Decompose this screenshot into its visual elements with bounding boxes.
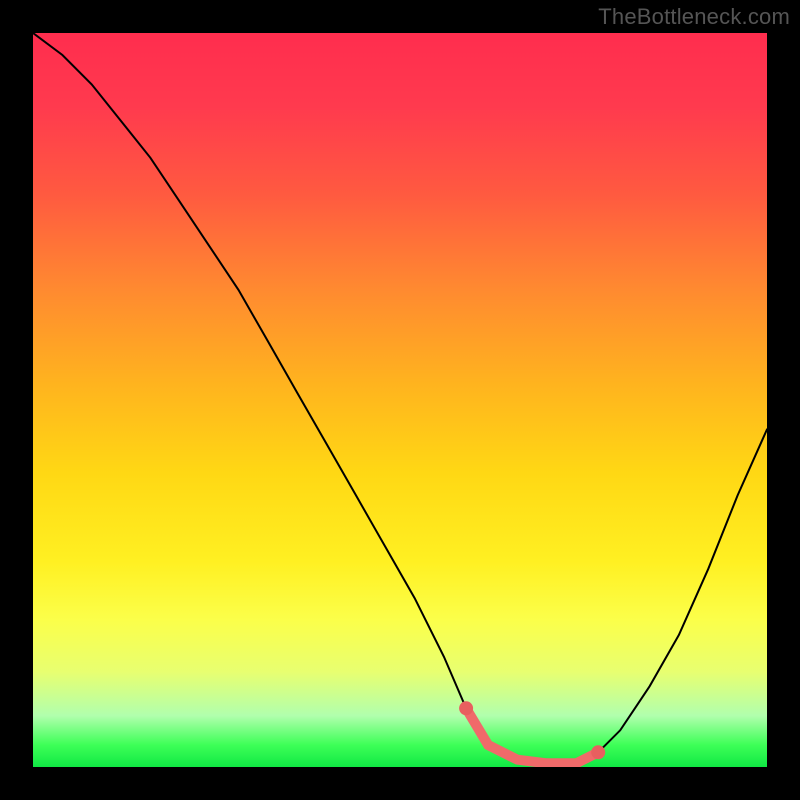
- plot-area: [33, 33, 767, 767]
- chart-frame: TheBottleneck.com: [0, 0, 800, 800]
- optimal-region-dot-left: [459, 701, 473, 715]
- bottleneck-curve: [33, 33, 767, 763]
- watermark-text: TheBottleneck.com: [598, 4, 790, 30]
- optimal-region-stroke: [466, 708, 598, 763]
- curve-layer: [33, 33, 767, 767]
- optimal-region-dot-right: [591, 745, 605, 759]
